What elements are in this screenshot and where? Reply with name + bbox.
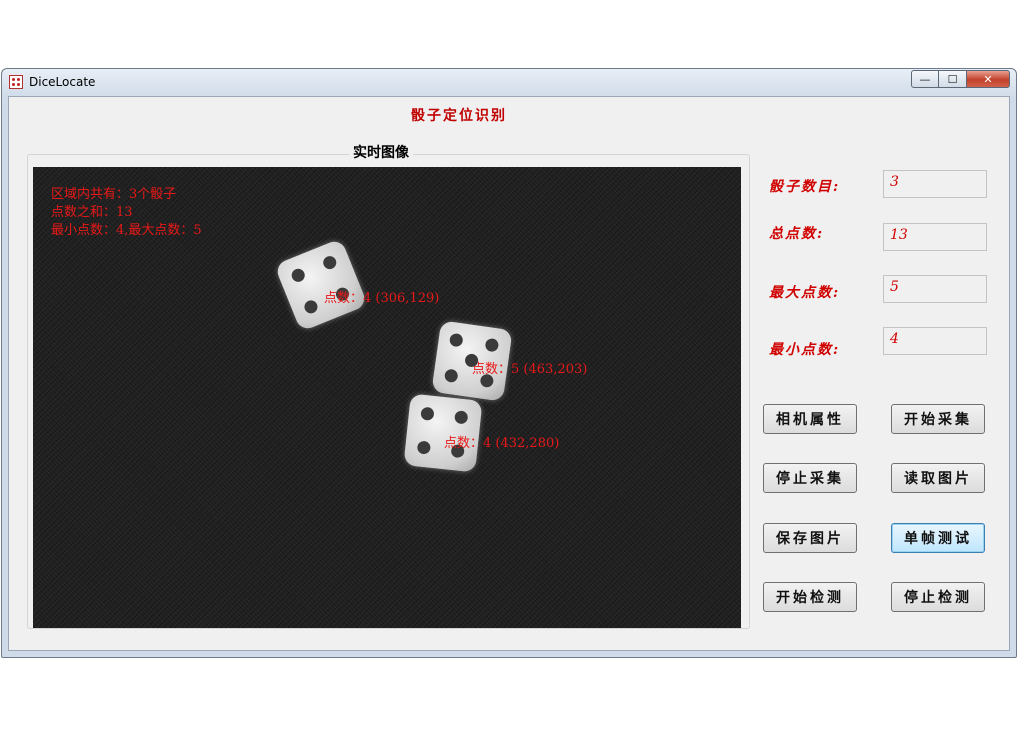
pip	[302, 298, 320, 316]
overlay-min-max: 最小点数：4,最大点数：5	[51, 223, 202, 238]
die-1-label: 点数：4 (306,129)	[324, 291, 440, 306]
app-window: DiceLocate — ☐ ✕ 骰子定位识别 实时图像 区域内共有：3个骰子 …	[1, 68, 1017, 658]
max-pips-label: 最大点数:	[769, 285, 841, 301]
total-pips-label: 总点数:	[769, 226, 825, 242]
stop-detection-button[interactable]: 停止检测	[891, 582, 985, 612]
single-frame-test-button[interactable]: 单帧测试	[891, 523, 985, 553]
camera-properties-button[interactable]: 相机属性	[763, 404, 857, 434]
die-3-label: 点数：4 (432,280)	[444, 436, 560, 451]
stop-capture-button[interactable]: 停止采集	[763, 463, 857, 493]
dice-count-field[interactable]: 3	[883, 170, 987, 198]
window-title: DiceLocate	[29, 75, 96, 89]
save-image-button[interactable]: 保存图片	[763, 523, 857, 553]
close-button[interactable]: ✕	[966, 70, 1010, 88]
overlay-dice-count: 区域内共有：3个骰子	[51, 187, 177, 202]
dice-count-label: 骰子数目:	[769, 179, 841, 195]
max-pips-field[interactable]: 5	[883, 275, 987, 303]
camera-view[interactable]: 区域内共有：3个骰子 点数之和：13 最小点数：4,最大点数：5 点数：4 (3…	[33, 167, 741, 628]
die-2-label: 点数：5 (463,203)	[472, 362, 588, 377]
pip	[484, 337, 500, 353]
app-heading: 骰子定位识别	[411, 108, 507, 124]
die-3	[403, 393, 483, 473]
pip	[420, 406, 435, 421]
client-area: 骰子定位识别 实时图像 区域内共有：3个骰子 点数之和：13 最小点数：4,最大…	[8, 96, 1010, 651]
overlay-pip-sum: 点数之和：13	[51, 205, 133, 220]
image-panel-title: 实时图像	[349, 142, 413, 162]
maximize-button[interactable]: ☐	[938, 70, 967, 88]
total-pips-field[interactable]: 13	[883, 223, 987, 251]
pip	[416, 440, 432, 455]
pip	[448, 332, 464, 348]
pip	[454, 410, 469, 425]
title-bar[interactable]: DiceLocate — ☐ ✕	[2, 69, 1016, 95]
dice-app-icon	[9, 75, 23, 89]
min-pips-field[interactable]: 4	[883, 327, 987, 355]
start-detection-button[interactable]: 开始检测	[763, 582, 857, 612]
pip	[289, 266, 307, 284]
pip	[443, 368, 459, 384]
minimize-button[interactable]: —	[911, 70, 939, 88]
start-capture-button[interactable]: 开始采集	[891, 404, 985, 434]
read-image-button[interactable]: 读取图片	[891, 463, 985, 493]
pip	[321, 254, 339, 272]
min-pips-label: 最小点数:	[769, 342, 841, 358]
